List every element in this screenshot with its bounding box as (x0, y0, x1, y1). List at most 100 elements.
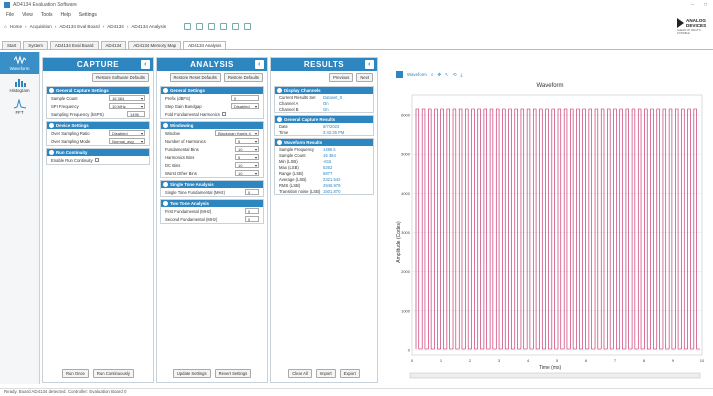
minimize-icon[interactable]: – (691, 2, 694, 8)
window-select[interactable]: Blackman Harris 4 (215, 130, 259, 136)
sample-count-select[interactable]: 16 384 (109, 95, 145, 101)
revert-settings-button[interactable]: Revert Settings (214, 369, 252, 378)
x-tick-label: 2 (469, 358, 472, 363)
x-tick-label: 0 (411, 358, 414, 363)
waveform-results-section: Waveform Results Sample Frequency 1496 k … (274, 138, 374, 195)
y-tick-label: 6000 (401, 113, 411, 118)
menu-settings[interactable]: Settings (79, 12, 97, 18)
title-bar: AD4134 Evaluation Software – □ (0, 0, 713, 10)
menu-help[interactable]: Help (61, 12, 71, 18)
section-toggle-icon[interactable] (49, 88, 54, 93)
menu-tools[interactable]: Tools (41, 12, 53, 18)
second-fundamental-field[interactable]: 0 (245, 216, 259, 222)
sampling-frequency-field[interactable]: 1496 (127, 111, 145, 117)
nav-histogram[interactable]: Histogram (0, 74, 39, 96)
harmonics-count-field[interactable]: 5 (235, 138, 259, 144)
clear-all-button[interactable]: Clear All (288, 369, 312, 378)
nav-fft[interactable]: FFT (0, 96, 39, 118)
plot-canvas[interactable]: Waveform Amplitude (Codes) Time (ms) 600… (380, 57, 710, 383)
collapse-icon[interactable]: ‹ (255, 60, 264, 69)
first-fundamental-field[interactable]: 0 (245, 208, 259, 214)
horizontal-scrollbar[interactable] (409, 372, 701, 379)
dc-bins-field[interactable]: 10 (235, 162, 259, 168)
crumb-1[interactable]: Acquisition (30, 24, 52, 29)
export-button[interactable]: Export (339, 369, 360, 378)
display-channels-section: Display Channels Current Results Set Data… (274, 86, 374, 113)
tab-eval-board[interactable]: AD4134 Eval Board (49, 41, 99, 49)
settings-icon[interactable] (244, 22, 252, 30)
trace-pulse (508, 108, 515, 350)
crumb-0[interactable]: Home (10, 24, 22, 29)
crumb-2[interactable]: AD4134 Eval Board (59, 24, 99, 29)
update-settings-button[interactable]: Update Settings (172, 369, 211, 378)
x-tick-label: 3 (498, 358, 501, 363)
worst-other-bins-field[interactable]: 10 (235, 170, 259, 176)
next-button[interactable]: Next (356, 73, 373, 82)
maximize-icon[interactable]: □ (704, 2, 707, 8)
trace-pulse (607, 108, 614, 350)
crumb-3[interactable]: AD4134 (107, 24, 124, 29)
tab-start[interactable]: Start (2, 41, 22, 49)
fundamental-bins-field[interactable]: 10 (235, 146, 259, 152)
trace-pulse (539, 108, 546, 350)
breadcrumb: ⌂ Home › Acquisition › AD4134 Eval Board › … (0, 20, 713, 32)
restore-defaults-button[interactable]: Restore Defaults (223, 73, 263, 82)
nav-waveform[interactable]: Waveform (0, 52, 39, 74)
trace-pulse (551, 108, 558, 350)
trace-pulse (644, 108, 651, 350)
connect-icon[interactable] (184, 22, 192, 30)
tab-device[interactable]: AD4134 (100, 41, 127, 49)
trace-pulse (440, 108, 447, 350)
single-tone-section: Single Tone Analysis Single Tone Fundame… (160, 180, 264, 197)
menu-file[interactable]: File (6, 12, 14, 18)
home-icon[interactable]: ⌂ (4, 24, 7, 29)
plot-title: Waveform (536, 83, 563, 89)
previous-button[interactable]: Previous (329, 73, 354, 82)
tab-memory-map[interactable]: AD4134 Memory Map (128, 41, 182, 49)
run-once-button[interactable]: Run Once (62, 369, 89, 378)
tab-system[interactable]: System (23, 41, 48, 49)
x-tick-label: 5 (556, 358, 559, 363)
step-gain-select[interactable]: Disabled (231, 103, 259, 109)
fold-harmonics-checkbox[interactable] (221, 112, 226, 116)
run-continuity-checkbox[interactable] (94, 158, 99, 162)
x-tick-label: 10 (700, 358, 705, 363)
trace-pulse (489, 108, 497, 350)
y-tick-label: 0 (408, 348, 411, 353)
trace-pulse (434, 108, 441, 350)
crumb-4[interactable]: AD4134 Analysis (131, 24, 166, 29)
collapse-icon[interactable]: ‹ (365, 60, 374, 69)
osr-select[interactable]: Disabled (109, 130, 145, 136)
restore-defaults-button[interactable]: Restore Software Defaults (92, 73, 149, 82)
harmonics-bins-field[interactable]: 5 (235, 154, 259, 160)
play-icon[interactable] (196, 22, 204, 30)
run-continuously-button[interactable]: Run Continuously (92, 369, 134, 378)
menu-view[interactable]: View (22, 12, 33, 18)
status-bar: Ready. Board AD4134 detected. Controller… (0, 388, 713, 396)
trace-pulse (483, 108, 491, 350)
trace-pulse (570, 108, 577, 350)
single-tone-field[interactable]: 0 (245, 189, 259, 195)
tab-analysis[interactable]: AD4134 Analysis (183, 41, 227, 49)
trace-pulse (514, 108, 521, 350)
save-icon[interactable] (220, 22, 228, 30)
trace-pulse (446, 108, 454, 350)
trace-pulse (594, 108, 602, 350)
run-continuity-section: Run Continuity Enable Run Continuity (46, 148, 150, 165)
prefix-field[interactable]: 0 (231, 95, 259, 101)
trace-pulse (526, 108, 534, 350)
trace-pulse (625, 108, 633, 350)
trace-pulse (502, 108, 509, 350)
restore-reset-defaults-button[interactable]: Restore Reset Defaults (169, 73, 221, 82)
spi-frequency-select[interactable]: 10 MHz (109, 103, 145, 109)
refresh-icon[interactable] (208, 22, 216, 30)
trace-pulse (675, 108, 682, 350)
trace-pulse (415, 108, 423, 350)
folder-icon[interactable] (232, 22, 240, 30)
trace-pulse (687, 108, 694, 350)
waveform-icon (13, 55, 26, 65)
window-title: AD4134 Evaluation Software (13, 2, 77, 8)
collapse-icon[interactable]: ‹ (141, 60, 150, 69)
import-button[interactable]: Import (315, 369, 336, 378)
osm-select[interactable]: Normal_avg (109, 138, 145, 144)
